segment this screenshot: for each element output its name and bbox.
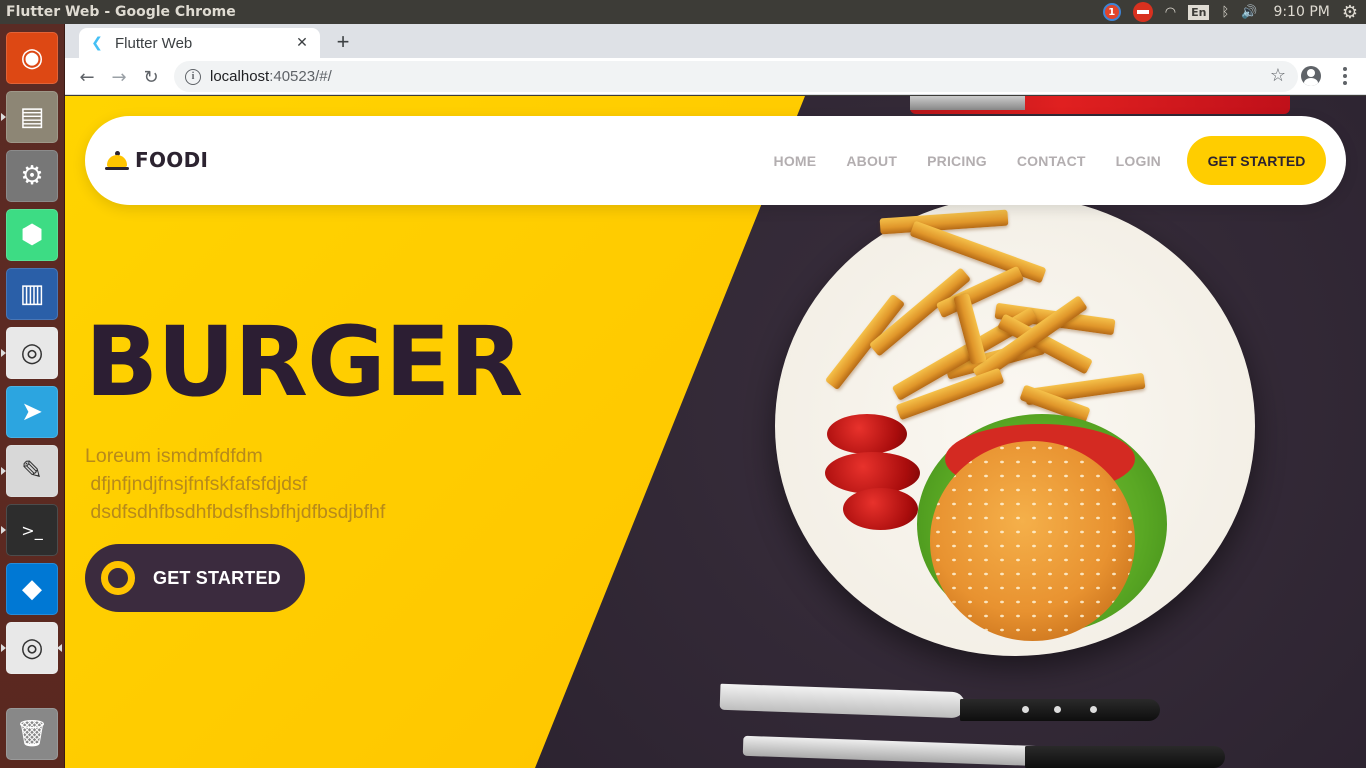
url-host: localhost [210, 68, 270, 85]
site-info-icon[interactable]: i [185, 68, 201, 85]
hero-description: Loreum ismdmfdfdm dfjnfjndjfnsjfnfskfafs… [85, 445, 386, 523]
browser-tab-strip: ❮ Flutter Web ✕ + [65, 24, 1366, 58]
browser-menu-icon[interactable] [1333, 64, 1357, 88]
wifi-icon[interactable]: ◠ [1165, 5, 1176, 20]
nav-contact-link[interactable]: CONTACT [1017, 153, 1086, 169]
keyboard-layout-indicator[interactable]: En [1188, 4, 1210, 20]
cloche-logo-icon [105, 149, 129, 171]
tab-title: Flutter Web [115, 34, 193, 52]
brand-name: FOODI [135, 148, 209, 172]
libreoffice-writer-launcher-icon[interactable]: ▥ [6, 268, 58, 320]
files-launcher-icon[interactable]: ▤ [6, 91, 58, 143]
app-launcher: ◉ ▤ ⚙ ⬢ ▥ ◎ ➤ ✎ >_ ◆ ◎ 🗑 [0, 24, 65, 768]
brand-logo[interactable]: FOODI [105, 148, 208, 172]
focused-indicator [57, 644, 62, 652]
nav-menu: HOME ABOUT PRICING CONTACT LOGIN GET STA… [744, 136, 1326, 185]
bluetooth-icon[interactable]: ᛒ [1221, 5, 1229, 20]
hero-title: BURGER [85, 306, 523, 418]
account-avatar-icon[interactable] [1301, 66, 1321, 86]
bookmark-star-icon[interactable]: ☆ [1270, 65, 1286, 86]
window-title: Flutter Web - Google Chrome [6, 4, 236, 20]
google-chrome-launcher-icon[interactable]: ◎ [6, 327, 58, 379]
ketchup-blob-image [827, 414, 907, 454]
running-indicator [1, 349, 6, 357]
new-tab-button[interactable]: + [331, 29, 355, 54]
clock[interactable]: 9:10 PM [1273, 4, 1329, 20]
address-bar[interactable]: i localhost:40523/#/ ☆ [174, 61, 1298, 92]
close-tab-icon[interactable]: ✕ [294, 35, 310, 51]
android-studio-launcher-icon[interactable]: ⬢ [6, 209, 58, 261]
url-path: :40523/#/ [269, 68, 332, 85]
running-indicator [1, 644, 6, 652]
trash-launcher-icon[interactable]: 🗑 [6, 708, 58, 760]
ring-icon [101, 561, 135, 595]
ubuntu-dash-launcher-icon[interactable]: ◉ [6, 32, 58, 84]
system-settings-launcher-icon[interactable]: ⚙ [6, 150, 58, 202]
notification-badge[interactable]: 1 [1102, 3, 1121, 21]
burger-bun-image [930, 441, 1135, 641]
terminal-launcher-icon[interactable]: >_ [6, 504, 58, 556]
nav-pricing-link[interactable]: PRICING [927, 153, 987, 169]
nav-about-link[interactable]: ABOUT [846, 153, 897, 169]
telegram-launcher-icon[interactable]: ➤ [6, 386, 58, 438]
browser-toolbar: ← → ↻ i localhost:40523/#/ ☆ [65, 58, 1366, 95]
volume-icon[interactable]: 🔊 [1241, 5, 1257, 20]
system-tray: 1 ◠ En ᛒ 🔊 9:10 PM ⚙ [1091, 0, 1366, 24]
forward-arrow-icon[interactable]: → [107, 65, 131, 89]
hero-cta-label: GET STARTED [153, 567, 281, 588]
reload-icon[interactable]: ↻ [139, 65, 163, 89]
back-arrow-icon[interactable]: ← [75, 65, 99, 89]
no-entry-icon[interactable] [1132, 2, 1153, 22]
running-indicator [1, 526, 6, 534]
bottle-cap-image [910, 96, 1025, 110]
text-editor-launcher-icon[interactable]: ✎ [6, 445, 58, 497]
os-top-panel: Flutter Web - Google Chrome 1 ◠ En ᛒ 🔊 9… [0, 0, 1366, 24]
web-page: FOODI HOME ABOUT PRICING CONTACT LOGIN G… [65, 96, 1366, 768]
nav-login-link[interactable]: LOGIN [1116, 153, 1161, 169]
session-gear-icon[interactable]: ⚙ [1342, 2, 1358, 23]
tab-flutter-web[interactable]: ❮ Flutter Web ✕ [79, 28, 320, 58]
url-text[interactable]: localhost:40523/#/ [210, 68, 332, 85]
nav-get-started-button[interactable]: GET STARTED [1187, 136, 1326, 185]
nav-home-link[interactable]: HOME [774, 153, 817, 169]
google-chrome-2-launcher-icon[interactable]: ◎ [6, 622, 58, 674]
running-indicator [1, 113, 6, 121]
hero-get-started-button[interactable]: GET STARTED [85, 544, 305, 612]
fork-handle-image [1025, 746, 1225, 768]
knife-handle-image [960, 699, 1160, 721]
ketchup-blob-image [843, 488, 918, 530]
running-indicator [1, 467, 6, 475]
visual-studio-code-launcher-icon[interactable]: ◆ [6, 563, 58, 615]
flutter-favicon-icon: ❮ [91, 35, 103, 51]
site-navbar: FOODI HOME ABOUT PRICING CONTACT LOGIN G… [85, 116, 1346, 205]
